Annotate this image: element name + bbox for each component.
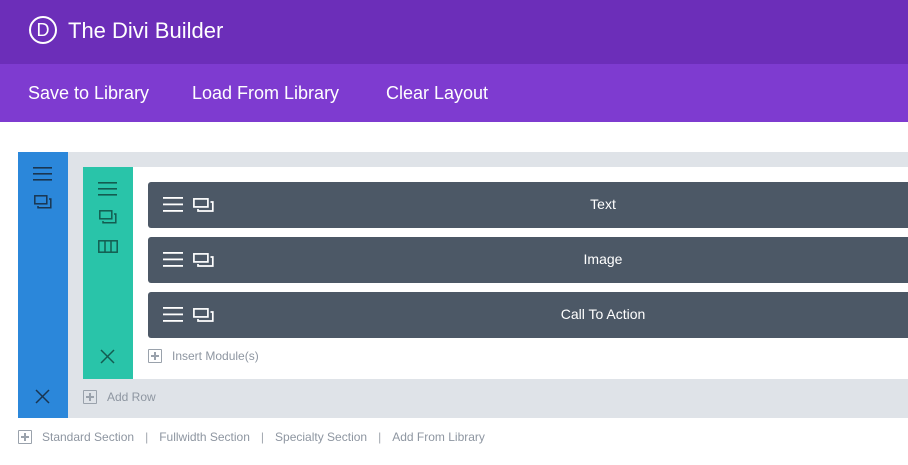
add-from-library-link[interactable]: Add From Library [392, 430, 485, 444]
standard-section-link[interactable]: Standard Section [42, 430, 134, 444]
builder-toolbar: Save to Library Load From Library Clear … [0, 64, 908, 122]
plus-icon [148, 349, 162, 363]
insert-module-label: Insert Module(s) [172, 349, 259, 363]
plus-icon [18, 430, 32, 444]
save-to-library-button[interactable]: Save to Library [28, 83, 149, 104]
separator: | [260, 430, 265, 444]
row-duplicate-icon[interactable] [99, 210, 117, 224]
module-image[interactable]: Image [148, 237, 908, 283]
specialty-section-link[interactable]: Specialty Section [275, 430, 367, 444]
row-controls [83, 167, 133, 379]
app-title: The Divi Builder [68, 18, 224, 43]
plus-icon [83, 390, 97, 404]
add-section-bar: Standard Section | Fullwidth Section | S… [18, 430, 485, 444]
add-row-button[interactable]: Add Row [83, 390, 156, 404]
app-header: D The Divi Builder [0, 0, 908, 64]
load-from-library-button[interactable]: Load From Library [192, 83, 339, 104]
insert-module-button[interactable]: Insert Module(s) [148, 349, 259, 363]
module-label: Image [583, 251, 623, 267]
row-menu-icon[interactable] [98, 182, 117, 196]
separator: | [145, 430, 149, 444]
add-row-label: Add Row [107, 390, 156, 404]
module-call-to-action[interactable]: Call To Action [148, 292, 908, 338]
fullwidth-section-link[interactable]: Fullwidth Section [159, 430, 250, 444]
section-menu-icon[interactable] [33, 167, 52, 181]
module-text[interactable]: Text [148, 182, 908, 228]
module-label: Call To Action [560, 306, 646, 322]
divi-logo-icon: D [29, 16, 57, 44]
clear-layout-button[interactable]: Clear Layout [386, 83, 488, 104]
section-controls [18, 152, 68, 418]
section-close-icon[interactable] [35, 389, 50, 404]
module-label: Text [590, 196, 616, 212]
section-duplicate-icon[interactable] [34, 195, 52, 209]
separator: | [378, 430, 382, 444]
row-columns-icon[interactable] [98, 240, 118, 253]
row-close-icon[interactable] [100, 349, 115, 364]
